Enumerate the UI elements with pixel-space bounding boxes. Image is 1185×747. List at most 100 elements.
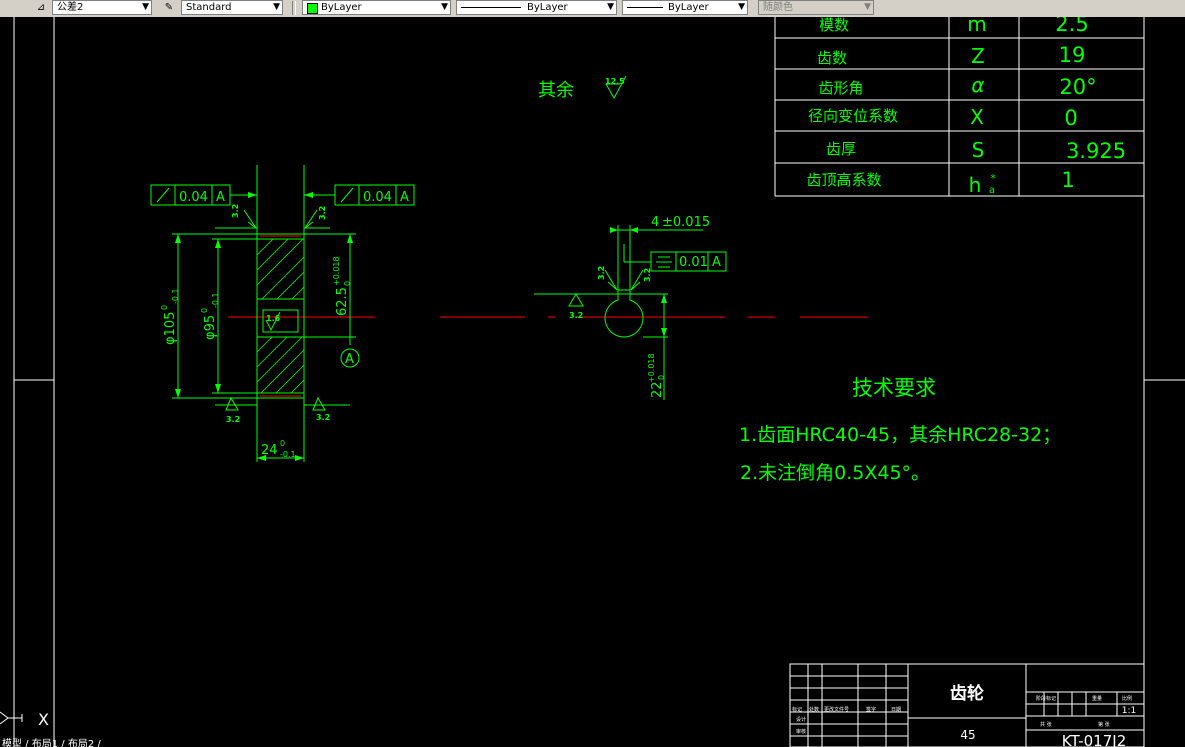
width-tol-lower: -0.1 (280, 450, 296, 459)
textstyle-value: Standard (186, 2, 232, 13)
param-label: 齿厚 (826, 140, 856, 158)
outer-dia-dimension: φ105 (163, 312, 178, 345)
chevron-down-icon: ▼ (273, 2, 280, 12)
color-swatch-icon (307, 3, 318, 14)
runout-left-datum: A (216, 190, 225, 205)
dimstyle-icon: ⊿ (36, 2, 46, 13)
param-symbol: Z (971, 44, 985, 68)
dimstyle-value: 公差2 (57, 2, 84, 13)
chevron-down-icon: ▼ (142, 2, 149, 12)
param-value: 19 (1059, 43, 1086, 67)
textstyle-dropdown[interactable]: Standard ▼ (181, 0, 283, 15)
title-block-label: 处数 (809, 706, 819, 713)
bore-dia-tol-lower: -0.1 (211, 292, 220, 308)
toolbar-separator (292, 1, 296, 15)
title-block-label: 重量 (1092, 695, 1102, 702)
svg-text:A: A (345, 352, 354, 367)
title-block-label: 设计 (796, 716, 806, 723)
title-block-label: 标记 (792, 706, 802, 713)
param-label: 齿形角 (818, 79, 863, 97)
param-symbol-sub: a (989, 185, 995, 196)
param-label: 模数 (819, 17, 849, 34)
ucs-x-label: X (38, 710, 49, 729)
title-block-label: 更改文件号 (824, 706, 849, 713)
param-value: 20° (1059, 75, 1096, 99)
textstyle-icon: ✎ (164, 2, 174, 13)
roughness-value: 3.2 (318, 206, 327, 220)
lineweight-dropdown[interactable]: ByLayer ▼ (622, 0, 748, 15)
param-label: 径向变位系数 (808, 107, 898, 125)
plotstyle-value: 随颜色 (763, 2, 793, 13)
linetype-value: ByLayer (527, 2, 568, 13)
title-block-label: 第 张 (1098, 721, 1110, 728)
plotstyle-dropdown: 随颜色 ▼ (758, 0, 874, 15)
runout-left-value: 0.04 (179, 190, 208, 205)
param-symbol: α (971, 73, 984, 97)
outer-dia-tol-upper: 0 (160, 305, 169, 310)
param-label: 齿数 (817, 49, 847, 67)
lineweight-value: ByLayer (668, 2, 709, 13)
width-dimension: 24 (261, 443, 278, 458)
keyway-depth-tol-lower: 0 (657, 375, 666, 380)
outer-dia-tol-lower: -0.1 (171, 288, 180, 304)
roughness-value: 3.2 (231, 204, 240, 218)
title-block-label: 日期 (891, 707, 901, 713)
part-name: 齿轮 (950, 683, 984, 704)
symmetry-datum: A (712, 255, 721, 270)
bore-dia-dimension: φ95 (203, 315, 218, 340)
roughness-value: 1.6 (266, 314, 281, 323)
param-symbol: S (972, 138, 985, 162)
chevron-down-icon: ▼ (441, 2, 448, 12)
chevron-down-icon: ▼ (607, 2, 614, 12)
tech-req-line: 2.未注倒角0.5X45°。 (740, 462, 930, 484)
param-symbol: m (967, 17, 986, 36)
lineweight-preview-icon (627, 7, 663, 8)
runout-right-value: 0.04 (363, 190, 392, 205)
runout-right-datum: A (400, 190, 409, 205)
keyway-width-dimension: 4 (651, 215, 659, 230)
width-tol-upper: 0 (280, 439, 285, 448)
title-block-label: 阶段标记 (1036, 695, 1056, 702)
scale: 1:1 (1122, 706, 1136, 716)
param-symbol: X (970, 105, 984, 129)
drawing-number: KT-017J2 (1062, 732, 1126, 747)
roughness-value: 3.2 (226, 415, 240, 424)
bore-dia-tol-upper: 0 (200, 308, 209, 313)
param-symbol-sup: * (990, 172, 996, 185)
tech-req-line: 1.齿面HRC40-45，其余HRC28-32； (739, 424, 1061, 446)
param-value: 1 (1061, 168, 1074, 192)
material: 45 (960, 728, 975, 742)
param-value: 2.5 (1055, 17, 1088, 36)
title-block-label: 比例 (1122, 695, 1132, 702)
pitch-tol-upper: +0.018 (332, 256, 341, 286)
surface-note-label: 其余 (538, 80, 574, 101)
roughness-value: 3.2 (643, 268, 652, 282)
layout-tabs[interactable]: 模型 / 布局1 / 布局2 / (2, 737, 101, 747)
chevron-down-icon: ▼ (864, 2, 871, 12)
param-value: 0 (1064, 106, 1077, 130)
roughness-value: 3.2 (569, 311, 583, 320)
keyway-depth-tol-upper: +0.018 (647, 353, 656, 383)
roughness-value: 3.2 (597, 266, 606, 280)
param-symbol: h (969, 173, 982, 197)
roughness-value: 3.2 (316, 413, 330, 422)
symmetry-value: 0.01 (679, 255, 708, 270)
pitch-dimension: 62.5 (335, 287, 350, 316)
dimstyle-dropdown[interactable]: 公差2 ▼ (52, 0, 152, 15)
properties-toolbar: ⊿ 公差2 ▼ ✎ Standard ▼ ByLayer ▼ ByLayer ▼… (0, 0, 1185, 18)
chevron-down-icon: ▼ (738, 2, 745, 12)
param-label: 齿顶高系数 (806, 171, 881, 189)
linetype-dropdown[interactable]: ByLayer ▼ (456, 0, 617, 15)
title-block-label: 签字 (866, 706, 876, 713)
tech-req-title: 技术要求 (852, 376, 936, 400)
title-block-label: 审核 (796, 728, 806, 735)
roughness-value: 12.5 (605, 77, 625, 86)
param-value: 3.925 (1066, 139, 1126, 163)
title-block-label: 共 张 (1040, 721, 1052, 728)
drawing-canvas[interactable]: 模数 齿数 齿形角 径向变位系数 齿厚 齿顶高系数 m Z α X S h * … (0, 17, 1185, 747)
color-dropdown[interactable]: ByLayer ▼ (302, 0, 451, 15)
keyway-width-tol: ±0.015 (662, 215, 710, 230)
linetype-preview-icon (461, 7, 521, 8)
color-value: ByLayer (321, 2, 362, 13)
pitch-tol-lower: 0 (343, 281, 352, 286)
